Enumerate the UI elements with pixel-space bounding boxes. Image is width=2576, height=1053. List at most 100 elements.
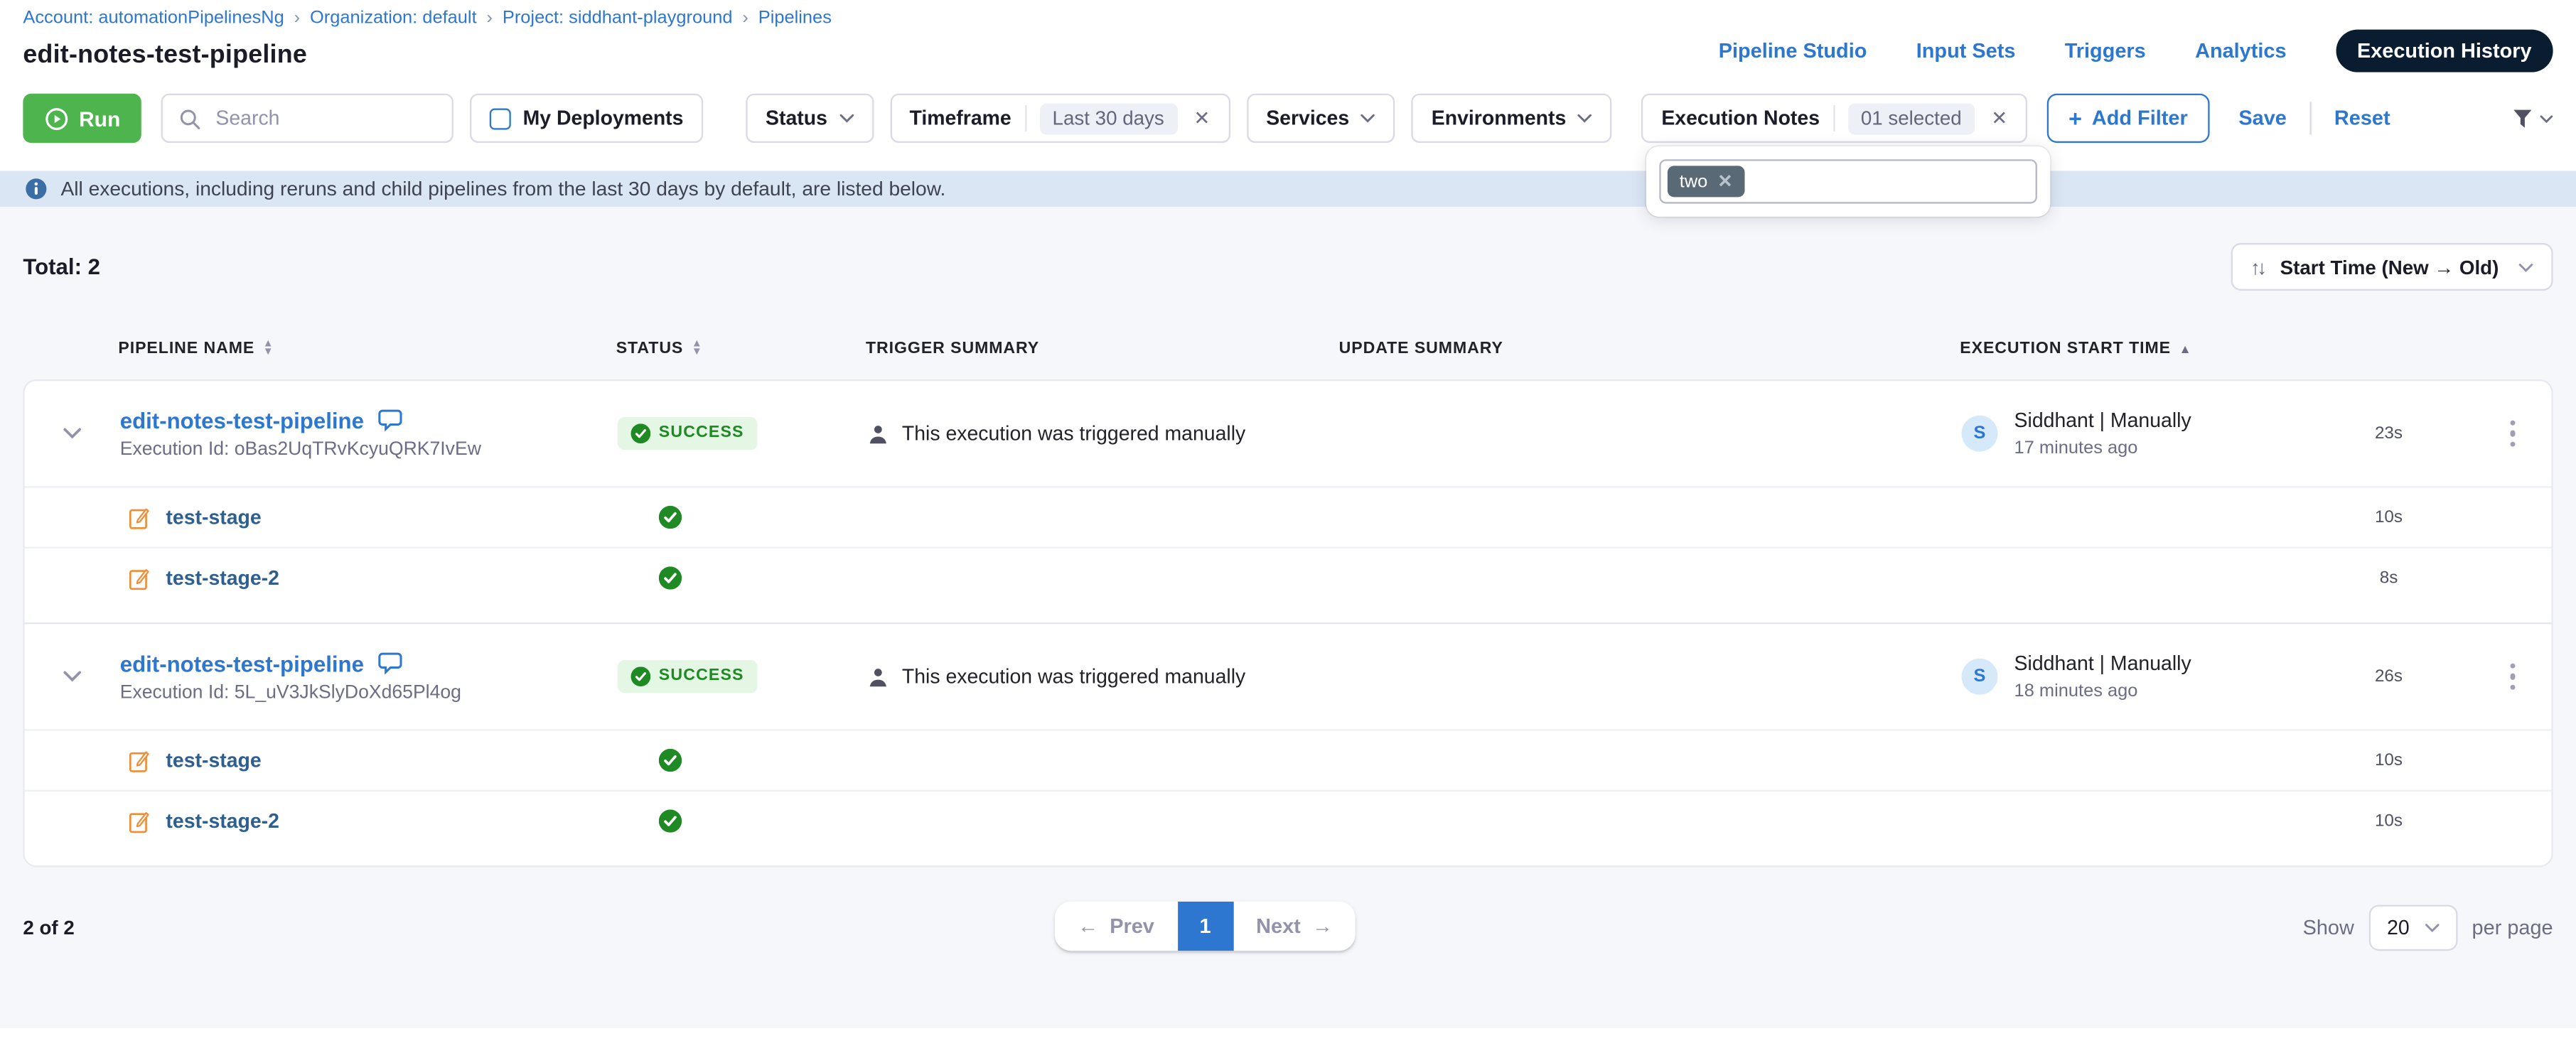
status-filter-dropdown[interactable]: Status xyxy=(746,94,873,143)
filter-toolbar: Run My Deployments Status Timeframe Last… xyxy=(0,72,2576,171)
sort-icon: ▲▼ xyxy=(263,342,274,357)
edit-note-icon[interactable] xyxy=(128,505,151,530)
breadcrumb-org-link[interactable]: Organization: default xyxy=(310,9,477,28)
chevron-down-icon xyxy=(2518,262,2533,272)
edit-note-icon[interactable] xyxy=(128,748,151,773)
reset-filter-button[interactable]: Reset xyxy=(2334,107,2390,129)
trigger-summary-cell: This execution was triggered manually xyxy=(867,422,1341,445)
environments-filter-dropdown[interactable]: Environments xyxy=(1412,94,1612,143)
arrow-right-icon: → xyxy=(1312,914,1333,937)
sort-dropdown[interactable]: ↑↓ Start Time (New → Old) xyxy=(2231,243,2553,291)
pagination-control: ← Prev 1 Next → xyxy=(1055,902,1356,951)
execution-notes-tag-input[interactable]: two ✕ xyxy=(1660,159,2038,203)
stage-row[interactable]: test-stage-2 10s xyxy=(25,790,2552,851)
note-tag: two ✕ xyxy=(1668,166,1744,197)
tab-input-sets[interactable]: Input Sets xyxy=(1916,39,2016,62)
stage-name-cell: test-stage xyxy=(25,505,618,530)
run-button-label: Run xyxy=(79,106,120,131)
page-size-select[interactable]: 20 xyxy=(2369,904,2457,951)
stage-status-cell xyxy=(618,809,867,832)
expand-chevron-icon[interactable] xyxy=(63,427,82,440)
filter-panel-button[interactable] xyxy=(2511,106,2553,131)
pipeline-name-cell: edit-notes-test-pipeline Execution Id: 5… xyxy=(120,651,618,702)
breadcrumb-pipelines-link[interactable]: Pipelines xyxy=(758,9,832,28)
chevron-down-icon xyxy=(839,113,854,123)
kebab-menu-icon[interactable] xyxy=(2503,657,2523,697)
tab-triggers[interactable]: Triggers xyxy=(2065,39,2146,62)
timeframe-clear-icon[interactable]: ✕ xyxy=(1193,107,1210,129)
funnel-icon xyxy=(2511,106,2535,131)
stage-row[interactable]: test-stage 10s xyxy=(25,729,2552,790)
column-header-update-summary: UPDATE SUMMARY xyxy=(1339,340,1960,357)
my-deployments-toggle[interactable]: My Deployments xyxy=(471,94,704,143)
column-header-trigger-summary: TRIGGER SUMMARY xyxy=(866,340,1339,357)
status-cell: SUCCESS xyxy=(618,416,867,451)
edit-note-icon[interactable] xyxy=(128,566,151,590)
started-time: 18 minutes ago xyxy=(2014,681,2191,701)
services-filter-label: Services xyxy=(1266,107,1349,129)
note-tag-remove-icon[interactable]: ✕ xyxy=(1717,171,1732,192)
row-menu-cell xyxy=(2471,414,2553,454)
stage-name-link[interactable]: test-stage xyxy=(166,749,261,772)
executions-table: edit-notes-test-pipeline Execution Id: o… xyxy=(23,379,2553,867)
column-header-execution-start-time[interactable]: EXECUTION START TIME ▲ xyxy=(1960,340,2304,357)
run-button[interactable]: Run xyxy=(23,94,141,143)
pipeline-name-link[interactable]: edit-notes-test-pipeline xyxy=(120,651,364,676)
page-size-value: 20 xyxy=(2387,917,2410,939)
stage-status-cell xyxy=(618,749,867,772)
stage-name-link[interactable]: test-stage-2 xyxy=(166,809,279,832)
comment-icon[interactable] xyxy=(377,652,402,675)
column-header-status[interactable]: STATUS ▲▼ xyxy=(616,340,866,357)
environments-filter-label: Environments xyxy=(1432,107,1567,129)
add-filter-label: Add Filter xyxy=(2092,107,2188,129)
divider xyxy=(2309,102,2311,134)
breadcrumb-project-link[interactable]: Project: siddhant-playground xyxy=(503,9,733,28)
page-header: Account: automationPipelinesNg › Organiz… xyxy=(0,0,2576,72)
next-page-button[interactable]: Next → xyxy=(1233,902,1356,951)
add-filter-button[interactable]: + Add Filter xyxy=(2047,94,2209,143)
page-number-button[interactable]: 1 xyxy=(1177,902,1233,951)
save-filter-button[interactable]: Save xyxy=(2238,107,2286,129)
expand-chevron-icon[interactable] xyxy=(63,670,82,683)
execution-row[interactable]: edit-notes-test-pipeline Execution Id: o… xyxy=(25,381,2552,486)
search-input[interactable] xyxy=(213,105,436,131)
stage-name-link[interactable]: test-stage xyxy=(166,506,261,529)
tab-pipeline-studio[interactable]: Pipeline Studio xyxy=(1719,39,1867,62)
edit-note-icon[interactable] xyxy=(128,809,151,833)
execution-notes-popover: two ✕ xyxy=(1647,146,2051,217)
execution-notes-clear-icon[interactable]: ✕ xyxy=(1991,107,2007,129)
header-left: Account: automationPipelinesNg › Organiz… xyxy=(23,9,832,71)
timeframe-filter[interactable]: Timeframe Last 30 days ✕ xyxy=(890,94,1230,143)
stage-name-link[interactable]: test-stage-2 xyxy=(166,566,279,589)
my-deployments-checkbox[interactable] xyxy=(490,107,511,129)
prev-page-button[interactable]: ← Prev xyxy=(1055,902,1177,951)
execution-notes-filter[interactable]: Execution Notes 01 selected ✕ two ✕ xyxy=(1642,94,2028,143)
started-by: Siddhant | Manually xyxy=(2014,409,2191,431)
stage-row[interactable]: test-stage 10s xyxy=(25,486,2552,547)
avatar: S xyxy=(1962,416,1998,452)
plus-icon: + xyxy=(2068,105,2082,131)
kebab-menu-icon[interactable] xyxy=(2503,414,2523,454)
stage-duration: 10s xyxy=(2307,507,2471,527)
check-circle-icon xyxy=(659,749,682,772)
tab-execution-history[interactable]: Execution History xyxy=(2336,30,2553,72)
chevron-right-icon: › xyxy=(487,7,493,27)
pipeline-name-link[interactable]: edit-notes-test-pipeline xyxy=(120,408,364,433)
info-banner-text: All executions, including reruns and chi… xyxy=(61,178,946,200)
execution-notes-value-chip: 01 selected xyxy=(1847,102,1975,134)
stage-status-cell xyxy=(618,506,867,529)
execution-row[interactable]: edit-notes-test-pipeline Execution Id: 5… xyxy=(25,624,2552,729)
execution-history-page: Account: automationPipelinesNg › Organiz… xyxy=(0,0,2576,1052)
services-filter-dropdown[interactable]: Services xyxy=(1246,94,1395,143)
breadcrumb-account-link[interactable]: Account: automationPipelinesNg xyxy=(23,9,284,28)
status-filter-label: Status xyxy=(766,107,827,129)
tab-analytics[interactable]: Analytics xyxy=(2195,39,2286,62)
comment-icon[interactable] xyxy=(377,409,402,431)
start-time-cell: S Siddhant | Manually 17 minutes ago xyxy=(1962,409,2307,458)
execution-id: Execution Id: 5L_uV3JkSlyDoXd65Pl4og xyxy=(120,682,618,702)
check-circle-icon xyxy=(659,506,682,529)
table-header-row: PIPELINE NAME ▲▼ STATUS ▲▼ TRIGGER SUMMA… xyxy=(23,340,2553,379)
page-title: edit-notes-test-pipeline xyxy=(23,41,832,71)
stage-row[interactable]: test-stage-2 8s xyxy=(25,547,2552,608)
column-header-pipeline-name[interactable]: PIPELINE NAME ▲▼ xyxy=(118,340,616,357)
